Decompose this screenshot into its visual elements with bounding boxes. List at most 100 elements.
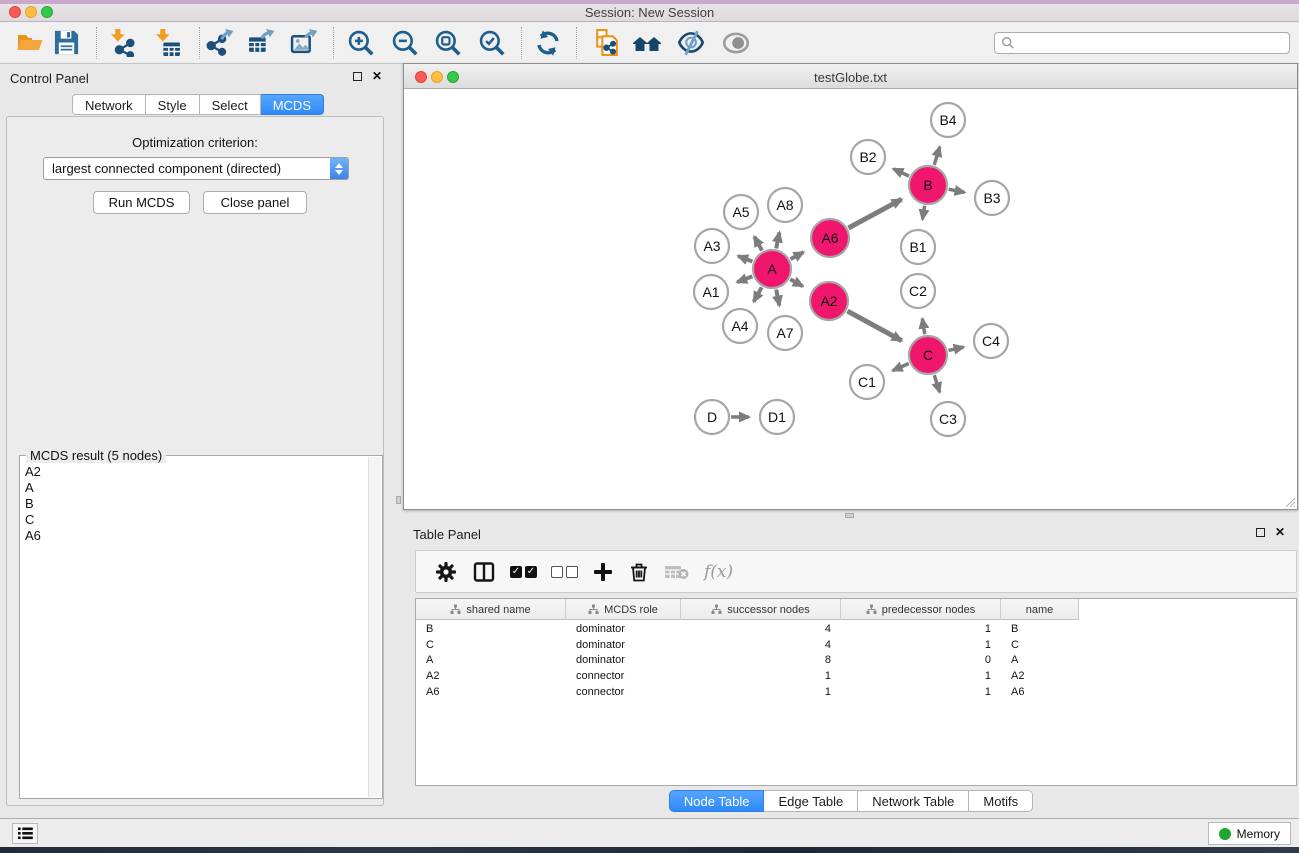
- search-input[interactable]: [1015, 36, 1283, 50]
- divider-grip[interactable]: [845, 513, 854, 518]
- table-row[interactable]: Bdominator41B: [416, 621, 1296, 637]
- resize-grip-icon[interactable]: [1282, 494, 1296, 508]
- dropdown-stepper-icon[interactable]: [330, 158, 348, 179]
- delete-selected-icon[interactable]: [628, 557, 650, 587]
- graph-node-B4[interactable]: B4: [931, 103, 965, 137]
- column-header-shared-name[interactable]: shared name: [416, 599, 566, 620]
- tab-edge-table[interactable]: Edge Table: [764, 790, 858, 812]
- table-row[interactable]: A2connector11A2: [416, 668, 1296, 684]
- edge-B-B3[interactable]: [949, 189, 965, 192]
- export-image-icon[interactable]: [289, 28, 319, 58]
- edge-A-A3[interactable]: [738, 256, 752, 261]
- show-columns-icon[interactable]: [472, 557, 496, 587]
- column-header-predecessor-nodes[interactable]: predecessor nodes: [841, 599, 1001, 620]
- result-scrollbar[interactable]: [368, 457, 381, 797]
- graph-node-B2[interactable]: B2: [851, 140, 885, 174]
- tab-motifs[interactable]: Motifs: [969, 790, 1033, 812]
- graph-node-A8[interactable]: A8: [768, 188, 802, 222]
- graph-node-C1[interactable]: C1: [850, 365, 884, 399]
- delete-table-icon[interactable]: [664, 557, 690, 587]
- deselect-all-icon[interactable]: [551, 557, 578, 587]
- result-item[interactable]: A6: [22, 528, 366, 544]
- graph-node-D[interactable]: D: [695, 400, 729, 434]
- graph-node-A7[interactable]: A7: [768, 316, 802, 350]
- import-network-icon[interactable]: [107, 28, 137, 58]
- task-history-button[interactable]: [12, 823, 38, 844]
- edge-A-A6[interactable]: [791, 252, 804, 259]
- reset-view-icon[interactable]: [632, 28, 662, 58]
- graph-node-B[interactable]: B: [909, 166, 947, 204]
- tab-network-table[interactable]: Network Table: [858, 790, 969, 812]
- edge-A-A4[interactable]: [754, 287, 762, 301]
- edge-C-C4[interactable]: [948, 347, 963, 350]
- export-network-icon[interactable]: [204, 28, 234, 58]
- zoom-selected-icon[interactable]: [477, 28, 507, 58]
- function-builder-icon[interactable]: f(x): [704, 557, 733, 587]
- edge-A-A8[interactable]: [776, 232, 779, 248]
- edge-C-C2[interactable]: [922, 319, 924, 335]
- float-panel-icon[interactable]: [353, 72, 362, 81]
- tab-style[interactable]: Style: [146, 94, 200, 115]
- graph-node-B3[interactable]: B3: [975, 181, 1009, 215]
- graph-node-D1[interactable]: D1: [760, 400, 794, 434]
- export-table-icon[interactable]: [246, 28, 276, 58]
- edge-C-C1[interactable]: [893, 363, 909, 370]
- optimization-criterion-dropdown[interactable]: largest connected component (directed): [43, 157, 349, 180]
- zoom-out-icon[interactable]: [390, 28, 420, 58]
- graph-node-A6[interactable]: A6: [811, 219, 849, 257]
- graph-node-C[interactable]: C: [909, 336, 947, 374]
- apply-layout-icon[interactable]: [533, 28, 563, 58]
- search-box[interactable]: [994, 32, 1290, 54]
- zoom-fit-icon[interactable]: [433, 28, 463, 58]
- run-mcds-button[interactable]: Run MCDS: [93, 191, 190, 214]
- clone-network-icon[interactable]: [591, 28, 621, 58]
- edge-A2-C[interactable]: [847, 311, 901, 341]
- import-table-icon[interactable]: [152, 28, 182, 58]
- graph-node-A3[interactable]: A3: [695, 229, 729, 263]
- result-item[interactable]: A: [22, 480, 366, 496]
- tab-mcds[interactable]: MCDS: [261, 94, 324, 115]
- edge-B-B1[interactable]: [922, 206, 924, 220]
- network-canvas[interactable]: B4 B2 B B3 A8 A5 A6 A3 B1 A C2 A1 A2 A4 A7 C4 C C1 D D1 C3: [404, 89, 1297, 509]
- memory-button[interactable]: Memory: [1208, 822, 1291, 845]
- graph-node-C4[interactable]: C4: [974, 324, 1008, 358]
- result-item[interactable]: B: [22, 496, 366, 512]
- edge-A-A7[interactable]: [776, 290, 779, 306]
- add-row-icon[interactable]: [592, 557, 614, 587]
- graph-node-A4[interactable]: A4: [723, 309, 757, 343]
- table-row[interactable]: Cdominator41C: [416, 637, 1296, 653]
- graph-node-C2[interactable]: C2: [901, 274, 935, 308]
- open-session-icon[interactable]: [15, 28, 45, 58]
- graph-node-A1[interactable]: A1: [694, 275, 728, 309]
- tab-network[interactable]: Network: [72, 94, 146, 115]
- tab-node-table[interactable]: Node Table: [669, 790, 765, 812]
- edge-B-B2[interactable]: [893, 169, 909, 176]
- edge-C-C3[interactable]: [934, 375, 939, 392]
- hide-graphics-details-icon[interactable]: [676, 28, 706, 58]
- graph-node-B1[interactable]: B1: [901, 230, 935, 264]
- edge-A6-B[interactable]: [848, 199, 901, 228]
- close-panel-icon[interactable]: ✕: [372, 71, 382, 81]
- graph-node-A5[interactable]: A5: [724, 195, 758, 229]
- table-row[interactable]: A6connector11A6: [416, 684, 1296, 700]
- close-panel-button[interactable]: Close panel: [203, 191, 307, 214]
- column-header-name[interactable]: name: [1001, 599, 1079, 620]
- result-item[interactable]: C: [22, 512, 366, 528]
- show-graphics-details-icon[interactable]: [721, 28, 751, 58]
- close-table-panel-icon[interactable]: ✕: [1275, 527, 1285, 537]
- edge-A-A5[interactable]: [754, 237, 762, 251]
- edge-A-A1[interactable]: [737, 276, 752, 282]
- edge-A-A2[interactable]: [790, 279, 803, 286]
- column-header-MCDS-role[interactable]: MCDS role: [566, 599, 681, 620]
- network-window-titlebar[interactable]: testGlobe.txt: [404, 64, 1297, 89]
- edge-B-B4[interactable]: [934, 147, 940, 165]
- graph-node-C3[interactable]: C3: [931, 402, 965, 436]
- graph-node-A2[interactable]: A2: [810, 282, 848, 320]
- float-table-panel-icon[interactable]: [1256, 528, 1265, 537]
- column-header-successor-nodes[interactable]: successor nodes: [681, 599, 841, 620]
- table-row[interactable]: Adominator80A: [416, 652, 1296, 668]
- divider-grip[interactable]: [396, 496, 401, 504]
- zoom-in-icon[interactable]: [346, 28, 376, 58]
- graph-node-A[interactable]: A: [753, 250, 791, 288]
- table-settings-icon[interactable]: [434, 557, 458, 587]
